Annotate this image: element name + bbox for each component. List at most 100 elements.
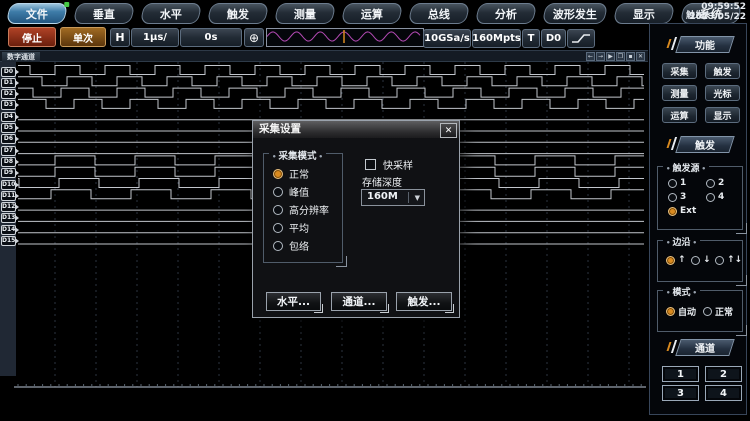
function-button-2[interactable]: 测量: [662, 85, 697, 101]
channel-label-D1[interactable]: D1: [1, 78, 16, 88]
radio-icon: [706, 193, 715, 202]
mode-option-label: 正常: [289, 166, 309, 181]
timebase-button[interactable]: 1μs/: [131, 28, 179, 47]
horizontal-button[interactable]: H: [110, 28, 130, 47]
trigger-t-button[interactable]: T: [522, 29, 540, 48]
dropdown-divider: [408, 192, 409, 203]
single-button[interactable]: 单次: [60, 27, 106, 47]
menu-item-5[interactable]: 运算: [340, 3, 403, 24]
menu-item-1[interactable]: 垂直: [72, 3, 135, 24]
function-button-5[interactable]: 显示: [705, 107, 740, 123]
trigger-source-option-2[interactable]: 2: [706, 178, 724, 188]
trigger-source-button[interactable]: D0: [541, 29, 566, 48]
mode-option-label: 高分辨率: [289, 202, 329, 217]
channel-label-D5[interactable]: D5: [1, 123, 16, 133]
trigger-source-option-1[interactable]: 1: [668, 178, 686, 188]
memory-depth-button[interactable]: 160Mpts: [472, 29, 521, 48]
channel-label-D6[interactable]: D6: [1, 134, 16, 144]
channel-label-D2[interactable]: D2: [1, 89, 16, 99]
menu-item-2[interactable]: 水平: [139, 3, 202, 24]
trace-D2: [18, 88, 644, 97]
trigger-source-option-3[interactable]: 3: [668, 192, 686, 202]
memory-depth-dropdown[interactable]: 160M ▼: [361, 189, 425, 206]
channel-label-D15[interactable]: D15: [1, 236, 16, 246]
window-controls: ←→▶❐▪✕: [586, 52, 645, 61]
minimize-icon[interactable]: ▪: [626, 52, 635, 61]
channel-label-D0[interactable]: D0: [1, 67, 16, 77]
stop-button[interactable]: 停止: [8, 27, 56, 47]
channel-label-D3[interactable]: D3: [1, 100, 16, 110]
radio-icon: [273, 205, 283, 215]
mode-option-4[interactable]: 包络: [273, 238, 309, 253]
close-icon[interactable]: ✕: [636, 52, 645, 61]
channel-label-D11[interactable]: D11: [1, 191, 16, 201]
mode-option-自动[interactable]: 自动: [666, 305, 696, 318]
channel-label-D9[interactable]: D9: [1, 168, 16, 178]
function-header: 功能: [675, 36, 735, 53]
memory-depth-label: 存储深度: [362, 174, 402, 189]
menu-item-9[interactable]: 显示: [612, 3, 675, 24]
radio-icon: [703, 307, 712, 316]
channel-label-D10[interactable]: D10: [1, 180, 16, 190]
digital-channels-tab[interactable]: 数字通道: [2, 52, 40, 62]
radio-icon: [273, 223, 283, 233]
channel-settings-button[interactable]: 通道...: [331, 292, 387, 311]
channel-button-3[interactable]: 3: [662, 385, 699, 401]
date-text: 2023/05/22: [689, 12, 746, 22]
horizontal-offset-button[interactable]: 0s: [180, 28, 242, 47]
menu-item-label: 垂直: [93, 6, 115, 22]
mode-option-正常[interactable]: 正常: [703, 305, 733, 318]
trigger-source-option-Ext[interactable]: Ext: [668, 206, 696, 216]
sample-rate-button[interactable]: 10GSa/s: [423, 29, 471, 48]
preview-wave-icon: [267, 29, 421, 44]
fast-sample-checkbox[interactable]: 快采样: [365, 157, 413, 172]
channel-button-2[interactable]: 2: [705, 366, 742, 382]
function-button-3[interactable]: 光标: [705, 85, 740, 101]
function-button-4[interactable]: 运算: [662, 107, 697, 123]
horizontal-settings-button[interactable]: 水平...: [266, 292, 321, 311]
channel-label-D14[interactable]: D14: [1, 225, 16, 235]
menu-item-8[interactable]: 波形发生: [541, 3, 608, 24]
trigger-settings-button[interactable]: 触发...: [396, 292, 452, 311]
time-text: 09:59:52: [689, 2, 746, 12]
edge-slope-button[interactable]: [567, 29, 595, 48]
restore-icon[interactable]: ❐: [616, 52, 625, 61]
mode-option-1[interactable]: 峰值: [273, 184, 309, 199]
menu-item-7[interactable]: 分析: [474, 3, 537, 24]
edge-option-↑[interactable]: ↑: [666, 255, 686, 265]
right-arrow-icon[interactable]: →: [596, 52, 605, 61]
menu-item-3[interactable]: 触发: [206, 3, 269, 24]
left-arrow-icon[interactable]: ←: [586, 52, 595, 61]
menu-item-0[interactable]: 文件: [5, 3, 68, 24]
edge-group: 边沿↑↓↑↓: [657, 240, 743, 282]
function-button-0[interactable]: 采集: [662, 63, 697, 79]
channel-button-1[interactable]: 1: [662, 366, 699, 382]
edge-option-↑↓[interactable]: ↑↓: [715, 255, 742, 265]
radio-icon: [273, 241, 283, 251]
option-label: ↑: [678, 255, 686, 265]
menu-item-label: 运算: [361, 6, 383, 22]
function-button-1[interactable]: 触发: [705, 63, 740, 79]
option-label: 1: [680, 178, 686, 188]
oscilloscope-screen: 文件垂直水平触发测量运算总线分析波形发生显示系统 触发? 09:59:52 20…: [0, 0, 750, 421]
menu-item-4[interactable]: 测量: [273, 3, 336, 24]
mode-option-2[interactable]: 高分辨率: [273, 202, 329, 217]
channel-label-D12[interactable]: D12: [1, 202, 16, 212]
play-icon[interactable]: ▶: [606, 52, 615, 61]
channel-label-D7[interactable]: D7: [1, 146, 16, 156]
close-icon[interactable]: ✕: [440, 123, 457, 138]
mode-option-label: 包络: [289, 238, 309, 253]
channel-label-D4[interactable]: D4: [1, 112, 16, 122]
zoom-icon[interactable]: ⊕: [244, 28, 264, 47]
edge-option-↓[interactable]: ↓: [691, 255, 711, 265]
channel-label-D8[interactable]: D8: [1, 157, 16, 167]
mode-option-3[interactable]: 平均: [273, 220, 309, 235]
menu-item-6[interactable]: 总线: [407, 3, 470, 24]
trigger-source-option-4[interactable]: 4: [706, 192, 724, 202]
channel-button-4[interactable]: 4: [705, 385, 742, 401]
mode-option-0[interactable]: 正常: [273, 166, 309, 181]
channel-label-D13[interactable]: D13: [1, 213, 16, 223]
dialog-title: 采集设置: [253, 121, 459, 138]
mode-option-label: 平均: [289, 220, 309, 235]
waveform-preview[interactable]: [266, 28, 424, 47]
